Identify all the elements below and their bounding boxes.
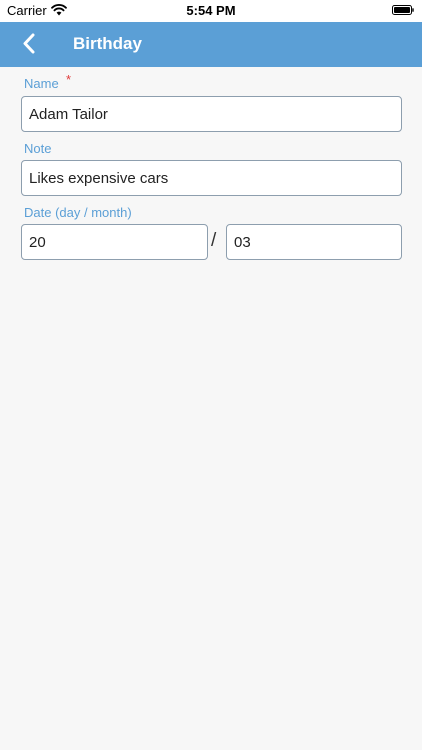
navigation-bar: Birthday <box>0 22 422 67</box>
day-field[interactable] <box>21 224 208 260</box>
date-separator: / <box>211 230 217 251</box>
battery-icon <box>392 5 414 15</box>
note-label: Note <box>24 141 52 156</box>
date-label: Date (day / month) <box>24 205 132 220</box>
note-field[interactable] <box>21 160 402 196</box>
back-button[interactable] <box>16 30 44 58</box>
name-label: Name <box>24 76 59 91</box>
month-field[interactable] <box>226 224 402 260</box>
chevron-left-icon <box>23 33 35 54</box>
status-bar: Carrier 5:54 PM <box>0 0 422 22</box>
status-time: 5:54 PM <box>186 3 236 18</box>
name-field[interactable] <box>21 96 402 132</box>
page-title: Birthday <box>73 34 142 53</box>
required-mark: * <box>66 72 72 87</box>
